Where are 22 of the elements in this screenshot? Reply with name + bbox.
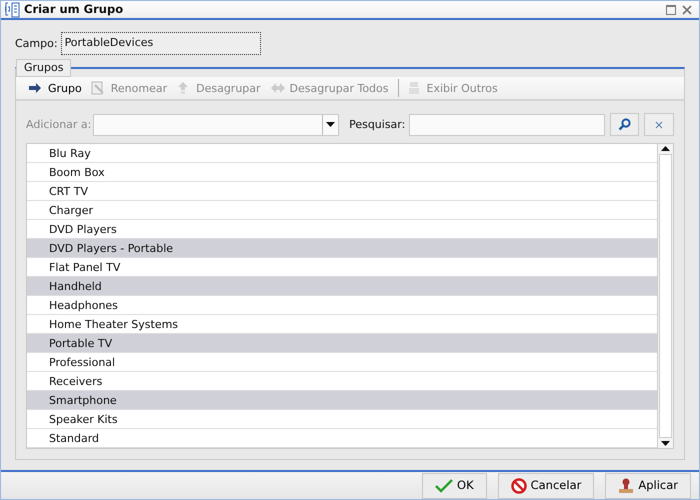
list-item[interactable]: CRT TV xyxy=(27,182,657,202)
field-value[interactable]: PortableDevices xyxy=(60,32,261,56)
apply-button[interactable]: Aplicar xyxy=(605,472,691,499)
ok-button[interactable]: OK xyxy=(422,472,487,499)
list-item[interactable]: Speaker Kits xyxy=(27,410,657,430)
list-item[interactable]: Boom Box xyxy=(27,163,657,182)
list-item[interactable]: DVD Players - Portable xyxy=(27,239,657,258)
list-item[interactable]: Headphones xyxy=(27,296,657,316)
window-title: Criar um Grupo xyxy=(24,2,124,17)
field-label: Campo: xyxy=(15,37,58,50)
list-item[interactable]: Handheld xyxy=(27,277,657,296)
cancel-button[interactable]: Cancelar xyxy=(498,472,594,499)
list-item[interactable]: Charger xyxy=(27,201,657,220)
list-item[interactable]: Professional xyxy=(27,353,657,372)
search-label: Pesquisar: xyxy=(349,118,406,132)
add-to-label: Adicionar a: xyxy=(26,118,92,132)
list-item[interactable]: Standard xyxy=(27,429,657,448)
list-item[interactable]: Blu Ray xyxy=(27,144,657,164)
list-item[interactable]: Smartphone xyxy=(27,391,657,410)
list-item[interactable]: Portable TV xyxy=(27,334,657,354)
group-legend: Grupos xyxy=(16,59,72,78)
toolbar-button[interactable]: Grupo xyxy=(24,81,87,96)
